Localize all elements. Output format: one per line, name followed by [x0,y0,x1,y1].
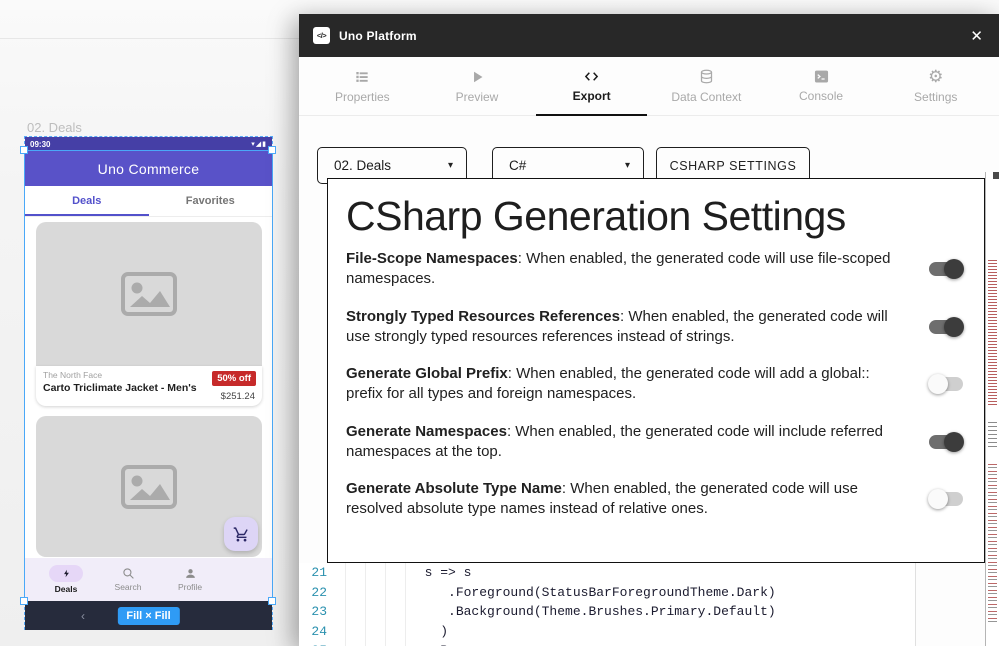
setting-description: Strongly Typed Resources References: Whe… [346,307,906,347]
nav-item-search[interactable]: Search [97,558,159,601]
artboard-label: 02. Deals [27,120,82,135]
minimap-content [988,464,997,624]
nav-item-deals[interactable]: Deals [35,558,97,601]
list-icon [353,69,371,85]
code-icon [582,69,601,84]
chevron-down-icon: ▾ [625,160,630,171]
window-header: </> Uno Platform ✕ [299,14,999,57]
setting-row: Generate Namespaces: When enabled, the g… [346,422,964,462]
fill-size-badge[interactable]: Fill × Fill [117,607,179,625]
uno-logo-icon: </> [313,27,330,44]
profile-icon [184,567,197,580]
selection-handle-top-right[interactable] [268,146,276,154]
code-line: 22 .Foreground(StatusBarForegroundTheme.… [299,583,915,603]
toggle-switch[interactable] [928,489,964,509]
document-minimap[interactable] [985,172,999,646]
code-line: 23 .Background(Theme.Brushes.Primary.Def… [299,602,915,622]
cart-icon [233,526,250,543]
bolt-icon [62,568,71,579]
selection-handle-top-left[interactable] [20,146,28,154]
toggle-switch[interactable] [928,317,964,337]
database-icon [699,68,714,85]
selection-handle-bottom-left[interactable] [20,597,28,605]
setting-description: Generate Absolute Type Name: When enable… [346,479,906,519]
setting-row: Strongly Typed Resources References: Whe… [346,307,964,347]
cart-fab[interactable] [224,517,258,551]
tab-data-context[interactable]: Data Context [649,57,764,115]
toggle-switch[interactable] [928,432,964,452]
canvas-edge-line [0,38,300,39]
toggle-switch[interactable] [928,374,964,394]
code-line: 24 ) [299,622,915,642]
modal-title: CSharp Generation Settings [346,193,964,240]
tab-preview[interactable]: Preview [420,57,535,115]
code-line: 21 s => s [299,563,915,583]
tab-settings[interactable]: ⚙ Settings [878,57,993,115]
editor-divider [915,563,916,646]
chevron-down-icon: ▾ [448,160,453,171]
setting-row: Generate Absolute Type Name: When enable… [346,479,964,519]
setting-row: File-Scope Namespaces: When enabled, the… [346,249,964,289]
canvas-toolbar: ‹ Fill × Fill [25,601,272,630]
phone-bottom-nav: Deals Search Profile [25,558,272,601]
uno-platform-window: </> Uno Platform ✕ Properties Preview Ex… [299,14,999,646]
minimap-scroll-thumb[interactable] [993,172,999,179]
setting-description: Generate Namespaces: When enabled, the g… [346,422,906,462]
tab-console[interactable]: Console [764,57,879,115]
setting-description: Generate Global Prefix: When enabled, th… [346,364,906,404]
minimap-content [988,422,997,450]
nav-item-profile[interactable]: Profile [159,558,221,601]
tab-export[interactable]: Export [534,57,649,115]
minimap-content [988,260,997,405]
close-icon[interactable]: ✕ [968,27,985,45]
gear-icon: ⚙ [928,68,943,85]
window-tab-bar: Properties Preview Export Data Context C… [299,57,999,116]
tab-properties[interactable]: Properties [305,57,420,115]
play-icon [470,69,485,85]
code-line: 25 Resources [299,641,915,646]
code-editor[interactable]: 21 s => s22 .Foreground(StatusBarForegro… [299,563,915,646]
search-icon [122,567,135,580]
selection-handle-bottom-right[interactable] [268,597,276,605]
back-chevron-icon[interactable]: ‹ [81,609,85,623]
setting-description: File-Scope Namespaces: When enabled, the… [346,249,906,289]
selection-outline [24,136,273,630]
nav-active-pill [49,565,83,582]
console-icon [813,69,830,84]
csharp-settings-modal: CSharp Generation Settings File-Scope Na… [327,178,985,563]
window-title: Uno Platform [339,29,417,43]
toggle-switch[interactable] [928,259,964,279]
setting-row: Generate Global Prefix: When enabled, th… [346,364,964,404]
